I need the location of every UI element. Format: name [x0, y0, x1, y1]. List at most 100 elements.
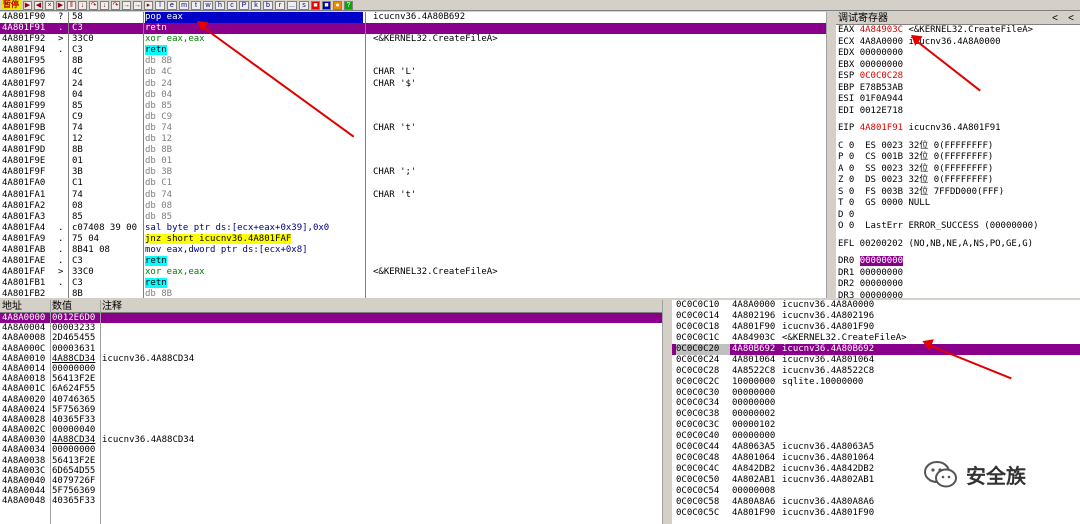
disassembly-row[interactable]: 4A801F9A C9 db C9	[0, 112, 832, 123]
stack-row[interactable]: 0C0C0C5C 4A801F90 icucnv36.4A801F90	[672, 508, 1080, 519]
register-value[interactable]: E78B53AB	[860, 83, 903, 93]
run-icon[interactable]: ▶	[56, 0, 65, 10]
disassembly-row[interactable]: 4A801F9E 01 db 01	[0, 156, 832, 167]
register-row[interactable]: S 0 FS 003B 32位 7FFDD000(FFF)	[836, 187, 1080, 199]
disassembly-row[interactable]: 4A801F91. C3 retn	[0, 23, 832, 35]
disassembly-row[interactable]: 4A801FAB. 8B41 08 mov eax,dword ptr ds:[ec…	[0, 245, 832, 256]
register-row[interactable]: DR3 00000000	[836, 291, 1080, 299]
stack-row[interactable]: 0C0C0C40 00000000	[672, 431, 1080, 442]
plugin-icon[interactable]: ■	[322, 0, 331, 10]
register-row[interactable]: D 0	[836, 210, 1080, 222]
toolbar-letter-button[interactable]: w	[203, 0, 213, 10]
stack-row[interactable]: 0C0C0C24 4A801064 icucnv36.4A801064	[672, 355, 1080, 366]
register-row[interactable]: T 0 GS 0000 NULL	[836, 198, 1080, 210]
stack-row[interactable]: 0C0C0C14 4A802196 icucnv36.4A802196	[672, 311, 1080, 322]
register-row[interactable]: EAX 4A84903C <&KERNEL32.CreateFileA>	[836, 25, 1080, 37]
dump-header-address[interactable]: 地址	[2, 300, 22, 313]
register-value[interactable]: 0012E718	[860, 106, 903, 116]
chevron-right-icon[interactable]: <	[1068, 12, 1074, 25]
toolbar-letter-button[interactable]: c	[227, 0, 237, 10]
register-value[interactable]: 00000000	[860, 60, 903, 70]
close-icon[interactable]: ×	[45, 0, 54, 10]
register-row[interactable]: EDI 0012E718	[836, 106, 1080, 118]
stack-row[interactable]: 0C0C0C18 4A801F90 icucnv36.4A801F90	[672, 322, 1080, 333]
stack-row[interactable]: 0C0C0C28 4A8522C8 icucnv36.4A8522C8	[672, 366, 1080, 377]
disassembly-row[interactable]: 4A801FA2 08 db 08	[0, 201, 832, 212]
register-row[interactable]: DR0 00000000	[836, 256, 1080, 268]
disassembly-row[interactable]: 4A801F90? 58 pop eax icucnv36.4A80B692	[0, 12, 832, 24]
register-row[interactable]: A 0 SS 0023 32位 0(FFFFFFFF)	[836, 164, 1080, 176]
toolbar-letter-button[interactable]: m	[179, 0, 189, 10]
register-row[interactable]: EIP 4A801F91 icucnv36.4A801F91	[836, 123, 1080, 135]
disassembly-row[interactable]: 4A801FB1. C3 retn	[0, 278, 832, 289]
stack-row[interactable]: 0C0C0C38 00000002	[672, 409, 1080, 420]
goto-icon[interactable]: →	[133, 0, 142, 10]
register-row[interactable]: P 0 CS 001B 32位 0(FFFFFFFF)	[836, 152, 1080, 164]
register-row[interactable]: O 0 LastErr ERROR_SUCCESS (00000000)	[836, 221, 1080, 233]
toolbar-letter-button[interactable]: s	[299, 0, 309, 10]
open-icon[interactable]: ▶	[23, 0, 32, 10]
disassembly-row[interactable]: 4A801F98 04 db 04	[0, 90, 832, 101]
dump-header-value[interactable]: 数值	[52, 300, 72, 313]
trace-over-icon[interactable]: ↷	[111, 0, 120, 10]
step-into-icon[interactable]: ↓	[78, 0, 87, 10]
register-value[interactable]: 01F0A944	[860, 94, 903, 104]
stack-row[interactable]: 0C0C0C2C 10000000 sqlite.10000000	[672, 377, 1080, 388]
registers-pane[interactable]: 调试寄存器 < < EAX 4A84903C <&KERNEL32.CreateFi…	[836, 12, 1080, 298]
stack-row[interactable]: 0C0C0C34 00000000	[672, 398, 1080, 409]
options-icon[interactable]: ●	[333, 0, 342, 10]
register-row[interactable]: EFL 00200202 (NO,NB,NE,A,NS,PO,GE,G)	[836, 239, 1080, 251]
pause-icon[interactable]: ‖	[67, 0, 76, 10]
dump-scrollbar[interactable]	[662, 300, 670, 524]
register-value[interactable]: 4A84903C	[860, 25, 903, 35]
register-value[interactable]: 4A8A0000	[860, 37, 903, 47]
register-value[interactable]: 00000000	[860, 268, 903, 278]
disassembly-row[interactable]: 4A801F9C 12 db 12	[0, 134, 832, 145]
register-value[interactable]: 0C0C0C28	[860, 71, 903, 81]
help-icon[interactable]: ?	[344, 0, 353, 10]
register-row[interactable]: DR2 00000000	[836, 279, 1080, 291]
register-row[interactable]: EBP E78B53AB	[836, 83, 1080, 95]
dump-header-comment[interactable]: 注释	[102, 300, 122, 313]
register-value[interactable]: 00000000	[860, 291, 903, 299]
execute-till-return-icon[interactable]: →	[122, 0, 131, 10]
disassembly-row[interactable]: 4A801FA1 74 db 74 CHAR 't'	[0, 190, 832, 201]
register-row[interactable]: ECX 4A8A0000 icucnv36.4A8A0000	[836, 37, 1080, 49]
stack-row[interactable]: 0C0C0C20 4A80B692 icucnv36.4A80B692	[672, 343, 1080, 355]
stack-pane[interactable]: 0C0C0C10 4A8A0000 icucnv36.4A8A0000 0C0C0C1…	[672, 300, 1080, 524]
register-row[interactable]: EDX 00000000	[836, 48, 1080, 60]
disassembly-row[interactable]: 4A801FAE. C3 retn	[0, 256, 832, 267]
disassembly-row[interactable]: 4A801FA0 C1 db C1	[0, 178, 832, 189]
stack-row[interactable]: 0C0C0C58 4A80A8A6 icucnv36.4A80A8A6	[672, 497, 1080, 508]
animate-icon[interactable]: ▸	[144, 0, 153, 10]
step-over-icon[interactable]: ↷	[89, 0, 98, 10]
disassembly-row[interactable]: 4A801F95 8B db 8B	[0, 56, 832, 67]
stack-row[interactable]: 0C0C0C10 4A8A0000 icucnv36.4A8A0000	[672, 300, 1080, 311]
stack-row[interactable]: 0C0C0C44 4A8063A5 icucnv36.4A8063A5	[672, 442, 1080, 453]
disassembly-row[interactable]: 4A801F97 24 db 24 CHAR '$'	[0, 79, 832, 90]
register-row[interactable]: C 0 ES 0023 32位 0(FFFFFFFF)	[836, 141, 1080, 153]
toolbar-letter-button[interactable]: e	[167, 0, 177, 10]
toolbar-letter-button[interactable]: b	[263, 0, 273, 10]
register-value[interactable]: 00000000	[860, 48, 903, 58]
toolbar-letter-button[interactable]: r	[275, 0, 285, 10]
disassembly-row[interactable]: 4A801F92 >33C0 xor eax,eax <&KERNEL32.Creat…	[0, 34, 832, 45]
stack-row[interactable]: 0C0C0C30 00000000	[672, 388, 1080, 399]
disassembly-row[interactable]: 4A801F9D 8B db 8B	[0, 145, 832, 156]
disassembly-row[interactable]: 4A801FA3 85 db 85	[0, 212, 832, 223]
register-value[interactable]: 4A801F91	[860, 123, 903, 133]
disassembly-row[interactable]: 4A801F9B 74 db 74 CHAR 't'	[0, 123, 832, 134]
disassembly-row[interactable]: 4A801FB2 8B db 8B	[0, 289, 832, 298]
toolbar-letter-button[interactable]: P	[239, 0, 249, 10]
disassembly-pane[interactable]: 4A801F90? 58 pop eax icucnv36.4A80B692 4A801…	[0, 12, 834, 298]
register-row[interactable]: DR1 00000000	[836, 268, 1080, 280]
chevron-left-icon[interactable]: <	[1052, 12, 1058, 25]
disassembly-row[interactable]: 4A801F96 4C db 4C CHAR 'L'	[0, 67, 832, 78]
toolbar-letter-button[interactable]: l	[155, 0, 165, 10]
register-row[interactable]: ESI 01F0A944	[836, 94, 1080, 106]
disassembly-row[interactable]: 4A801FAF >33C0 xor eax,eax <&KERNEL32.Creat…	[0, 267, 832, 278]
disassembly-row[interactable]: 4A801F9F 3B db 3B CHAR ';'	[0, 167, 832, 178]
bookmark-icon[interactable]: ■	[311, 0, 320, 10]
register-row[interactable]: Z 0 DS 0023 32位 0(FFFFFFFF)	[836, 175, 1080, 187]
toolbar-letter-button[interactable]: t	[191, 0, 201, 10]
